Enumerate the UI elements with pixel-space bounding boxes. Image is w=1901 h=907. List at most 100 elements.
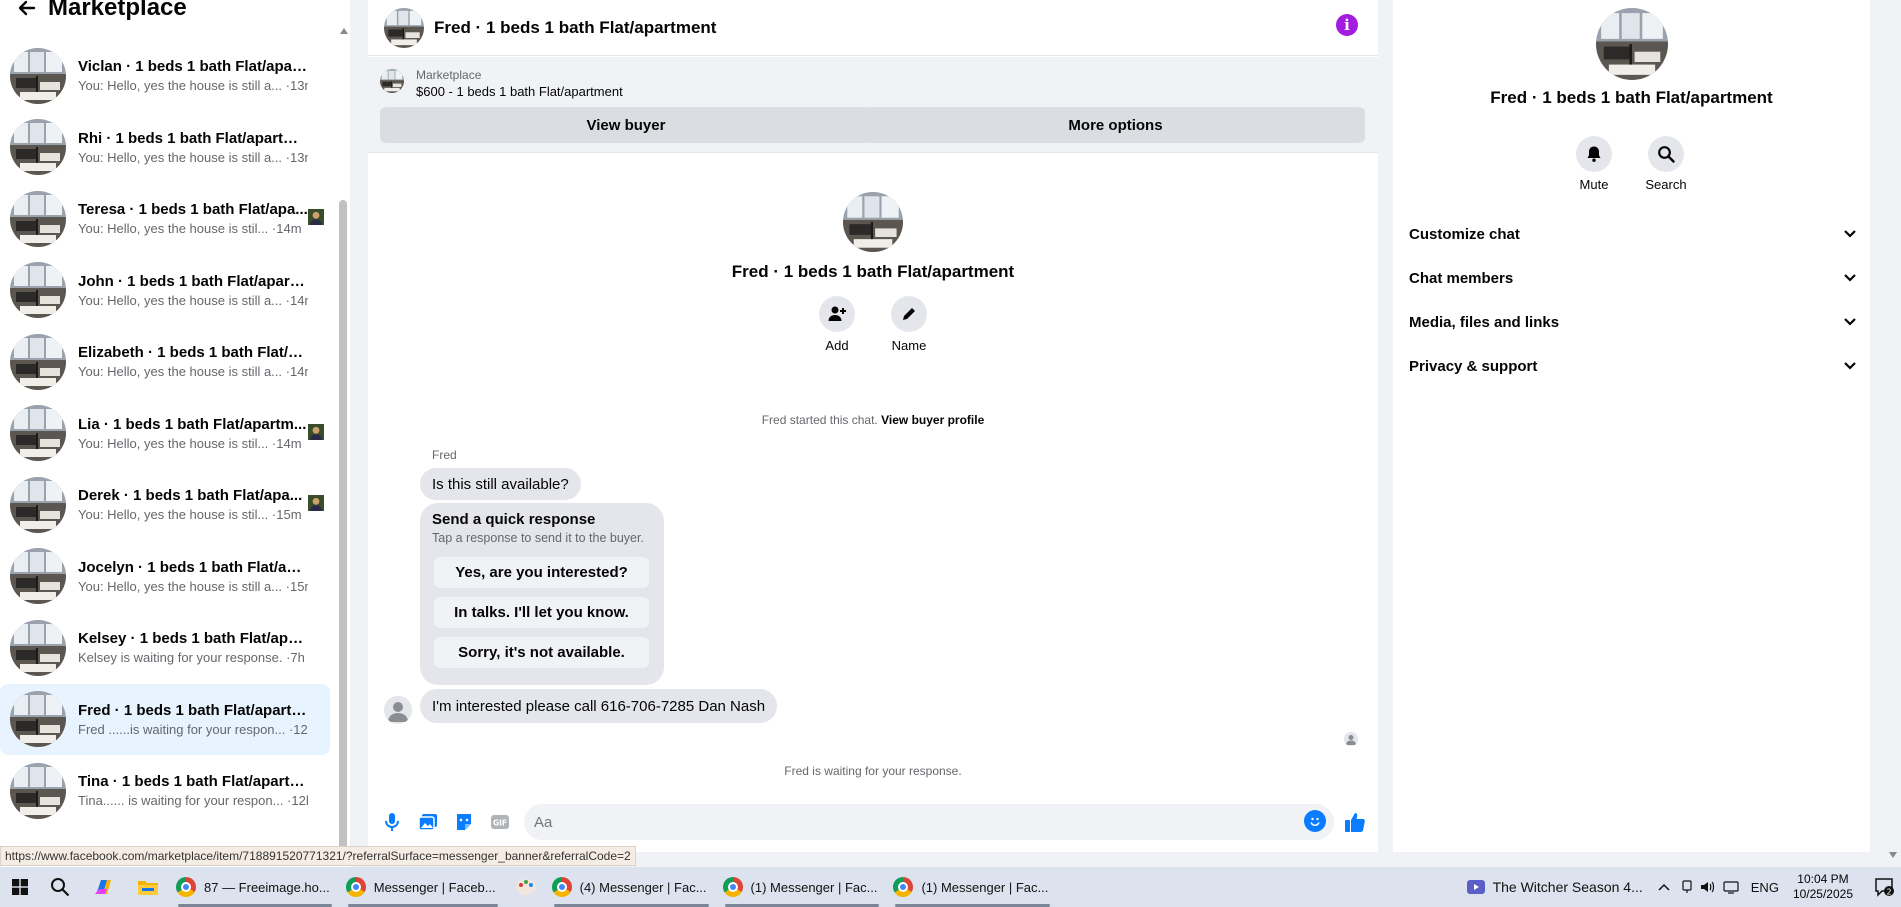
profile-actions: Add Name bbox=[368, 296, 1378, 353]
taskbar-app-chrome[interactable]: (4) Messenger | Fac... bbox=[546, 867, 717, 907]
conversation-item[interactable]: Elizabeth · 1 beds 1 bath Flat/apa... You… bbox=[0, 326, 330, 398]
conversation-thumbnail bbox=[10, 620, 66, 676]
thumbs-up-icon[interactable] bbox=[1343, 810, 1367, 834]
profile-thumbnail[interactable] bbox=[843, 192, 903, 252]
microphone-icon[interactable] bbox=[380, 810, 404, 834]
conversation-thumbnail bbox=[10, 191, 66, 247]
quick-response-sorry-button[interactable]: Sorry, it's not available. bbox=[434, 637, 649, 668]
paint-app-icon[interactable] bbox=[506, 867, 546, 907]
chrome-icon bbox=[893, 877, 914, 897]
conversation-preview: You: Hello, yes the house is still a... … bbox=[78, 149, 308, 165]
copilot-icon[interactable] bbox=[82, 867, 126, 907]
taskbar-app-chrome[interactable]: (1) Messenger | Fac... bbox=[887, 867, 1058, 907]
view-buyer-profile-link[interactable]: View buyer profile bbox=[881, 413, 984, 427]
emoji-icon[interactable] bbox=[1304, 810, 1326, 832]
quick-response-yes-button[interactable]: Yes, are you interested? bbox=[434, 557, 649, 588]
taskbar-app-label: Messenger | Faceb... bbox=[373, 879, 496, 895]
details-section[interactable]: Customize chat bbox=[1409, 220, 1857, 248]
details-thumbnail[interactable] bbox=[1596, 8, 1668, 80]
windows-taskbar: 87 — Freeimage.ho... Messenger | Faceb...… bbox=[0, 867, 1901, 907]
conversation-preview: Fred ......is waiting for your respon...… bbox=[78, 721, 308, 737]
sticker-icon[interactable] bbox=[452, 810, 476, 834]
volume-icon[interactable] bbox=[1697, 867, 1719, 907]
message-bubble: I'm interested please call 616-706-7285 … bbox=[420, 689, 778, 723]
mute-button[interactable]: Mute bbox=[1564, 136, 1624, 192]
bell-icon[interactable] bbox=[1576, 136, 1612, 172]
name-label: Name bbox=[891, 338, 927, 353]
conversation-item[interactable]: Teresa · 1 beds 1 bath Flat/apa... You: H… bbox=[0, 183, 330, 255]
details-section[interactable]: Chat members bbox=[1409, 264, 1857, 292]
conversation-item[interactable]: Fred · 1 beds 1 bath Flat/apartm... Fred … bbox=[0, 683, 330, 755]
sidebar-scrollbar[interactable] bbox=[338, 24, 348, 864]
taskbar-app-chrome[interactable]: Messenger | Faceb... bbox=[340, 867, 506, 907]
scroll-down-icon[interactable] bbox=[1889, 852, 1897, 858]
chat-started-notice: Fred started this chat. View buyer profi… bbox=[368, 413, 1378, 427]
banner-thumbnail[interactable] bbox=[380, 69, 404, 93]
media-widget[interactable]: The Witcher Season 4... bbox=[1459, 867, 1651, 907]
conversation-item[interactable]: Lia · 1 beds 1 bath Flat/apartm... You: H… bbox=[0, 398, 330, 470]
chrome-icon bbox=[551, 877, 572, 897]
conversation-item[interactable]: John · 1 beds 1 bath Flat/apartm... You: … bbox=[0, 255, 330, 327]
conversation-text: Jocelyn · 1 beds 1 bath Flat/apar... You:… bbox=[78, 559, 308, 594]
language-indicator[interactable]: ENG bbox=[1743, 867, 1787, 907]
conversation-preview: You: Hello, yes the house is stil... ·14… bbox=[78, 435, 302, 451]
search-icon[interactable] bbox=[1648, 136, 1684, 172]
taskbar-app-chrome[interactable]: 87 — Freeimage.ho... bbox=[170, 867, 340, 907]
chevron-down-icon bbox=[1843, 358, 1857, 375]
photo-icon[interactable] bbox=[416, 810, 440, 834]
chevron-down-icon bbox=[1843, 270, 1857, 287]
conversation-item[interactable]: Derek · 1 beds 1 bath Flat/apa... You: He… bbox=[0, 469, 330, 541]
gif-label: GIF bbox=[493, 819, 507, 828]
chat-title[interactable]: Fred · 1 beds 1 bath Flat/apartment bbox=[434, 18, 716, 38]
view-buyer-button[interactable]: View buyer bbox=[380, 107, 872, 143]
conversation-preview: You: Hello, yes the house is still a... … bbox=[78, 292, 308, 308]
add-person-icon[interactable] bbox=[819, 296, 855, 332]
read-receipt-avatar bbox=[308, 423, 324, 440]
scroll-up-icon[interactable] bbox=[340, 28, 348, 34]
more-options-button[interactable]: More options bbox=[866, 107, 1365, 143]
conversation-name: Jocelyn · 1 beds 1 bath Flat/apar... bbox=[78, 558, 308, 576]
listing-thumbnail[interactable] bbox=[384, 8, 424, 48]
search-button[interactable]: Search bbox=[1636, 136, 1696, 192]
conversation-name: Viclan · 1 beds 1 bath Flat/apart... bbox=[78, 58, 308, 76]
file-explorer-icon[interactable] bbox=[126, 867, 170, 907]
back-arrow-icon[interactable] bbox=[12, 0, 42, 23]
chevron-up-icon[interactable] bbox=[1651, 867, 1677, 907]
network-icon[interactable] bbox=[1719, 867, 1743, 907]
usb-device-icon[interactable] bbox=[1677, 867, 1697, 907]
taskbar-app-chrome[interactable]: (1) Messenger | Fac... bbox=[717, 867, 888, 907]
message-input[interactable] bbox=[524, 804, 1334, 840]
add-button[interactable]: Add bbox=[819, 296, 855, 353]
conversation-item[interactable]: Viclan · 1 beds 1 bath Flat/apart... You:… bbox=[0, 40, 330, 112]
conversation-text: Teresa · 1 beds 1 bath Flat/apa... You: H… bbox=[78, 201, 308, 236]
conversation-name: John · 1 beds 1 bath Flat/apartm... bbox=[78, 272, 308, 290]
conversation-item[interactable]: Rhi · 1 beds 1 bath Flat/apartment You: H… bbox=[0, 112, 330, 184]
info-icon[interactable]: i bbox=[1336, 14, 1358, 36]
marketplace-banner: Marketplace $600 - 1 beds 1 bath Flat/ap… bbox=[368, 57, 1378, 153]
details-section[interactable]: Media, files and links bbox=[1409, 308, 1857, 336]
details-section[interactable]: Privacy & support bbox=[1409, 352, 1857, 380]
conversation-item[interactable]: Tina · 1 beds 1 bath Flat/apartme... Tina… bbox=[0, 755, 330, 827]
quick-response-in-talks-button[interactable]: In talks. I'll let you know. bbox=[434, 597, 649, 628]
name-button[interactable]: Name bbox=[891, 296, 927, 353]
windows-start-icon[interactable] bbox=[2, 867, 38, 907]
taskbar-apps-group: (4) Messenger | Fac... (1) Messenger | Fa… bbox=[546, 867, 1059, 907]
conversation-preview: You: Hello, yes the house is still a... … bbox=[78, 364, 308, 380]
gif-icon[interactable]: GIF bbox=[488, 810, 512, 834]
chrome-icon bbox=[722, 877, 743, 897]
conversation-thumbnail bbox=[10, 405, 66, 461]
banner-listing[interactable]: $600 - 1 beds 1 bath Flat/apartment bbox=[416, 84, 623, 99]
conversation-item[interactable]: Jocelyn · 1 beds 1 bath Flat/apar... You:… bbox=[0, 541, 330, 613]
scroll-thumb[interactable] bbox=[339, 200, 347, 860]
taskbar-clock[interactable]: 10:04 PM 10/25/2025 bbox=[1793, 872, 1853, 902]
media-title: The Witcher Season 4... bbox=[1492, 879, 1643, 895]
sender-avatar[interactable] bbox=[384, 696, 412, 724]
section-label: Chat members bbox=[1409, 269, 1514, 287]
pencil-icon[interactable] bbox=[891, 296, 927, 332]
notification-center-icon[interactable]: 2 bbox=[1867, 867, 1901, 907]
notification-count: 2 bbox=[1886, 887, 1891, 896]
search-icon[interactable] bbox=[38, 867, 82, 907]
conversation-text: Kelsey · 1 beds 1 bath Flat/apart... Kels… bbox=[78, 630, 308, 665]
conversation-item[interactable]: Kelsey · 1 beds 1 bath Flat/apart... Kels… bbox=[0, 612, 330, 684]
conversation-text: John · 1 beds 1 bath Flat/apartm... You: … bbox=[78, 273, 308, 308]
